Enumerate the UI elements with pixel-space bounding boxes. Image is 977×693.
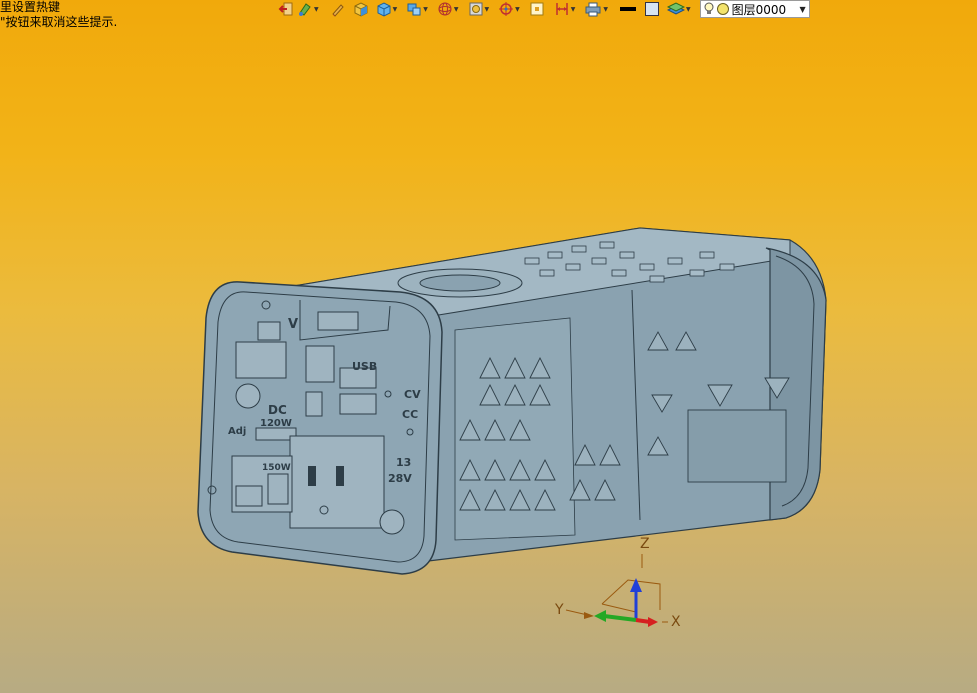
power-station-model: V USB DC 120W Adj 150W CV CC 13 28V bbox=[197, 227, 827, 575]
label-28v: 28V bbox=[388, 472, 412, 485]
axis-z-label: Z bbox=[640, 536, 650, 552]
label-usb: USB bbox=[352, 360, 377, 373]
label-cv: CV bbox=[404, 388, 421, 401]
label-cc: CC bbox=[402, 408, 418, 421]
model-viewport[interactable]: V USB DC 120W Adj 150W CV CC 13 28V Z Y … bbox=[0, 0, 977, 693]
label-adj: Adj bbox=[228, 426, 246, 437]
label-v: V bbox=[288, 317, 298, 332]
label-dc: DC bbox=[268, 403, 287, 417]
label-13: 13 bbox=[396, 456, 411, 469]
axis-x-label: X bbox=[671, 614, 681, 630]
axis-y-label: Y bbox=[554, 602, 564, 618]
axis-triad: Z Y X bbox=[554, 536, 681, 630]
label-watt-ac: 150W bbox=[262, 463, 291, 473]
label-watt-dc: 120W bbox=[260, 418, 292, 429]
